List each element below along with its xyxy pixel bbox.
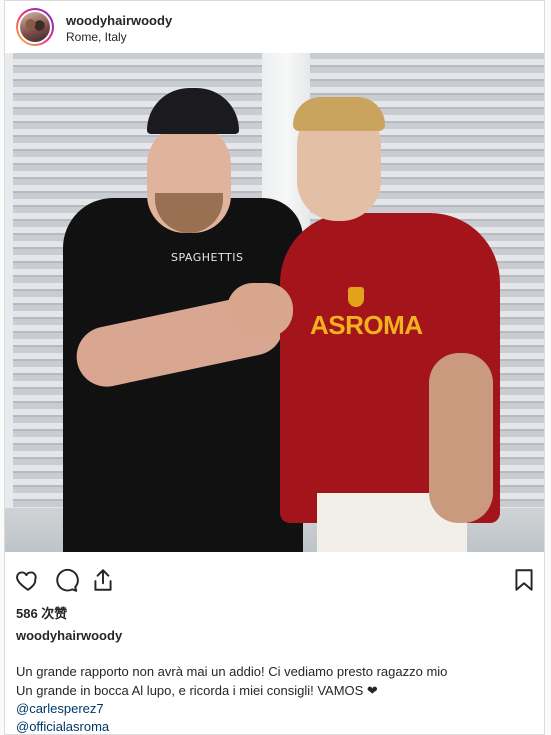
comment-icon[interactable] [53, 567, 79, 593]
action-bar [5, 553, 544, 599]
window-frame-left [5, 53, 13, 552]
like-count[interactable]: 586 次赞 [16, 603, 67, 622]
bookmark-icon[interactable] [511, 567, 537, 593]
share-icon[interactable] [90, 567, 116, 593]
caption-username[interactable]: woodyhairwoody [16, 628, 122, 643]
caption-line-1: Un grande rapporto non avrà mai un addio… [16, 664, 448, 679]
handshake [227, 283, 293, 337]
shirt-club-text: ASROMA [310, 310, 423, 340]
post-header: woodyhairwoody Rome, Italy [5, 1, 544, 54]
club-crest [348, 287, 364, 307]
post-card: woodyhairwoody Rome, Italy SPAGHETTIS AS… [4, 0, 545, 735]
mention-link[interactable]: @officialasroma [16, 719, 109, 734]
caption-line-2: Un grande in bocca Al lupo, e ricorda i … [16, 683, 378, 698]
post-username[interactable]: woodyhairwoody [66, 13, 172, 28]
mention-link[interactable]: @carlesperez7 [16, 701, 104, 716]
post-location[interactable]: Rome, Italy [66, 30, 127, 44]
avatar[interactable] [20, 12, 50, 42]
heart-icon[interactable] [15, 567, 41, 593]
post-photo[interactable]: SPAGHETTIS ASROMA [5, 53, 544, 552]
person-right-arm [429, 353, 493, 523]
person-right-hair [293, 97, 385, 131]
shirt-print-text: SPAGHETTIS [171, 251, 244, 264]
